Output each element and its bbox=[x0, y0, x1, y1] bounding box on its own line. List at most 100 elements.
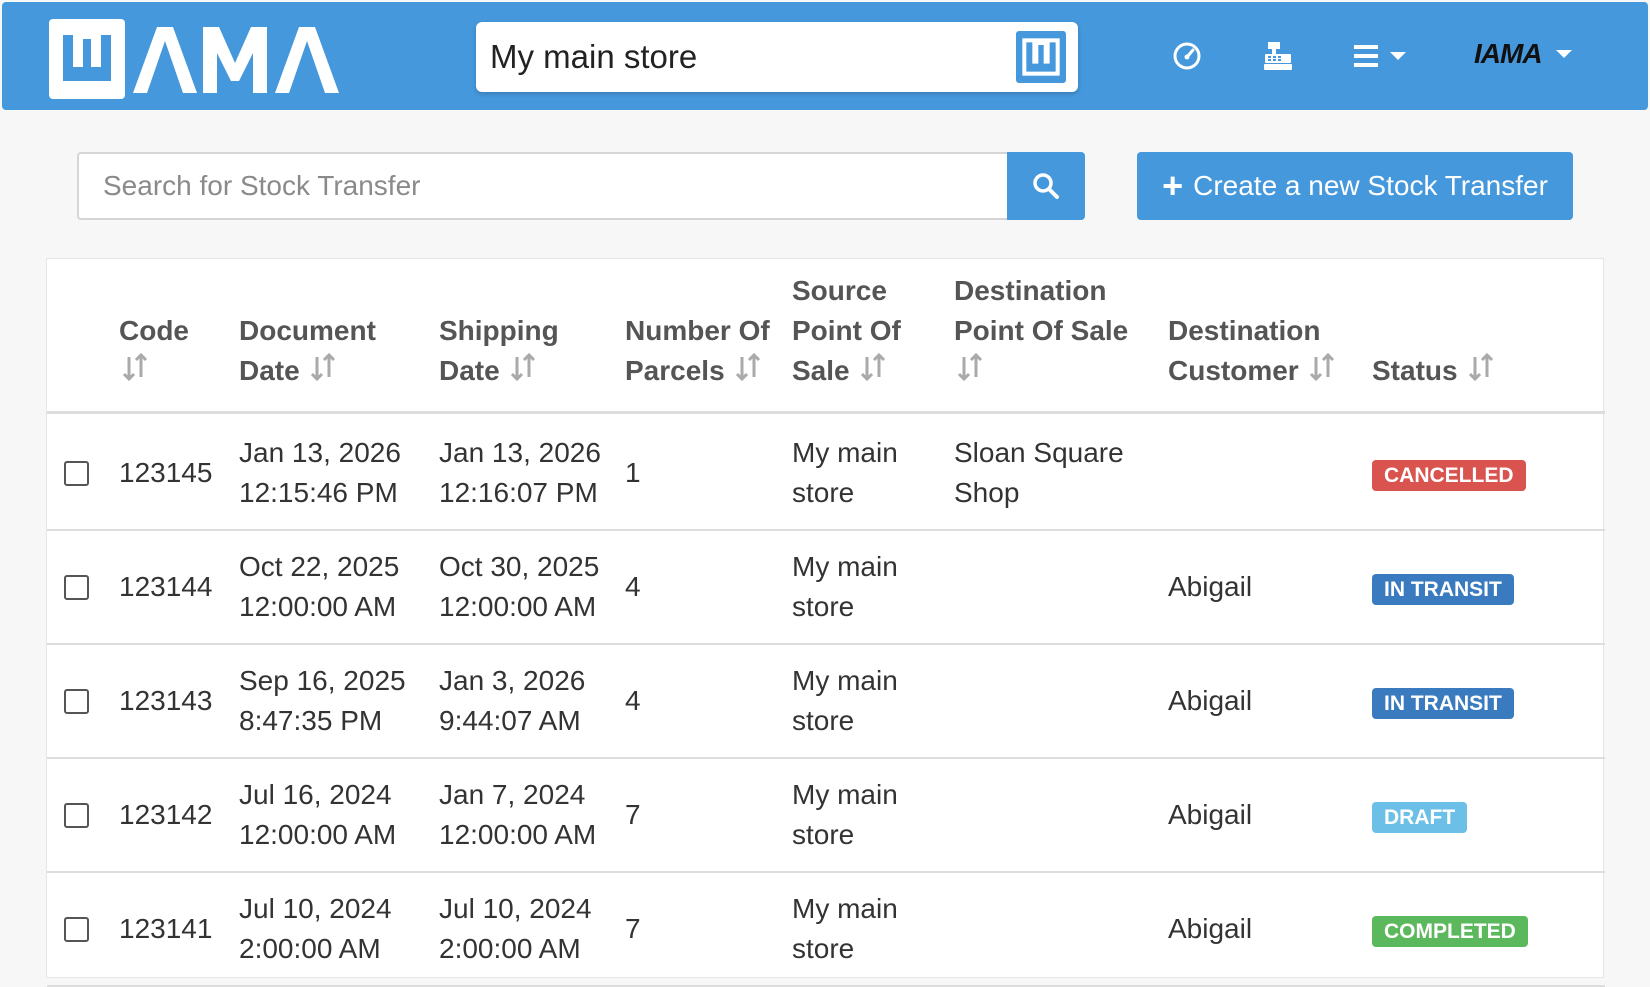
column-header-label: Customer bbox=[1168, 354, 1299, 386]
shipping-date-cell: Jan 13, 2026 12:16:07 PM bbox=[439, 437, 601, 508]
table-row[interactable]: 123141 Jul 10, 2024 2:00:00 AM Jul 10, 202… bbox=[47, 873, 1605, 987]
column-header-label: Status bbox=[1372, 354, 1458, 386]
table-row[interactable]: 123143 Sep 16, 2025 8:47:35 PM Jan 3, 2026… bbox=[47, 645, 1605, 759]
cash-register-icon[interactable] bbox=[1262, 34, 1294, 78]
store-name: My main store bbox=[490, 38, 698, 75]
row-checkbox[interactable] bbox=[64, 689, 89, 714]
column-header-label: Code bbox=[119, 314, 189, 346]
status-badge: DRAFT bbox=[1372, 801, 1468, 833]
column-header-code[interactable]: Code bbox=[119, 311, 189, 393]
status-cell: IN TRANSIT bbox=[1372, 647, 1514, 759]
source-pos-cell: My main store bbox=[792, 551, 898, 622]
status-cell: IN TRANSIT bbox=[1372, 533, 1514, 645]
dashboard-icon[interactable] bbox=[1172, 34, 1202, 78]
destination-customer-cell: Abigail bbox=[1168, 799, 1253, 830]
table-row[interactable]: 123142 Jul 16, 2024 12:00:00 AM Jan 7, 202… bbox=[47, 759, 1605, 873]
status-badge: CANCELLED bbox=[1372, 459, 1526, 491]
wama-logo[interactable] bbox=[49, 19, 353, 99]
status-badge: COMPLETED bbox=[1372, 915, 1528, 947]
parcels-cell: 7 bbox=[625, 913, 641, 944]
top-navbar: My main store IAMA bbox=[2, 2, 1648, 110]
column-header-destination-pos[interactable]: Destination Point Of Sale bbox=[954, 271, 1128, 393]
sort-icon[interactable] bbox=[956, 352, 984, 393]
row-checkbox[interactable] bbox=[64, 575, 89, 600]
column-header-label: Shipping bbox=[439, 314, 559, 346]
column-header-label: Destination bbox=[1168, 314, 1321, 346]
source-pos-cell: My main store bbox=[792, 437, 898, 508]
menu-icon bbox=[1354, 45, 1378, 67]
parcels-cell: 4 bbox=[625, 685, 641, 716]
logo-w-box bbox=[49, 19, 125, 99]
store-selector[interactable]: My main store bbox=[476, 22, 1078, 92]
shipping-date-cell: Jul 10, 2024 2:00:00 AM bbox=[439, 893, 592, 964]
chevron-down-icon bbox=[1390, 52, 1406, 60]
document-date-cell: Jan 13, 2026 12:15:46 PM bbox=[239, 437, 401, 508]
code-cell: 123141 bbox=[119, 913, 213, 944]
status-cell: CANCELLED bbox=[1372, 419, 1526, 531]
sort-icon[interactable] bbox=[859, 352, 887, 393]
user-menu[interactable]: IAMA bbox=[1474, 32, 1572, 76]
column-header-label: Date bbox=[439, 354, 500, 386]
table-row[interactable]: 123145 Jan 13, 2026 12:15:46 PM Jan 13, 20… bbox=[47, 417, 1605, 531]
source-pos-cell: My main store bbox=[792, 665, 898, 736]
code-cell: 123145 bbox=[119, 457, 213, 488]
sort-icon[interactable] bbox=[734, 352, 762, 393]
column-header-label: Point Of bbox=[792, 314, 901, 346]
menu-dropdown[interactable] bbox=[1352, 34, 1406, 78]
document-date-cell: Oct 22, 2025 12:00:00 AM bbox=[239, 551, 400, 622]
column-header-label: Parcels bbox=[625, 354, 725, 386]
column-header-label: Sale bbox=[792, 354, 850, 386]
parcels-cell: 7 bbox=[625, 799, 641, 830]
sort-icon[interactable] bbox=[309, 352, 337, 393]
document-date-cell: Jul 10, 2024 2:00:00 AM bbox=[239, 893, 392, 964]
code-cell: 123144 bbox=[119, 571, 213, 602]
sort-icon[interactable] bbox=[121, 352, 149, 393]
code-cell: 123143 bbox=[119, 685, 213, 716]
status-badge: IN TRANSIT bbox=[1372, 573, 1514, 605]
row-checkbox[interactable] bbox=[64, 461, 89, 486]
table-header: Code Document Date Shipping Date Number Of P… bbox=[47, 259, 1605, 414]
source-pos-cell: My main store bbox=[792, 779, 898, 850]
table-row[interactable]: 123144 Oct 22, 2025 12:00:00 AM Oct 30, 20… bbox=[47, 531, 1605, 645]
column-header-label: Point Of Sale bbox=[954, 314, 1129, 346]
parcels-cell: 1 bbox=[625, 457, 641, 488]
chevron-down-icon bbox=[1556, 50, 1572, 58]
column-header-status[interactable]: Status bbox=[1372, 351, 1495, 393]
create-button-label: Create a new Stock Transfer bbox=[1193, 170, 1548, 201]
search-input[interactable] bbox=[77, 152, 1007, 220]
row-checkbox[interactable] bbox=[64, 917, 89, 942]
status-cell: DRAFT bbox=[1372, 761, 1468, 873]
code-cell: 123142 bbox=[119, 799, 213, 830]
shipping-date-cell: Jan 7, 2024 12:00:00 AM bbox=[439, 779, 597, 850]
search-bar bbox=[77, 152, 1085, 220]
plus-icon: + bbox=[1162, 165, 1184, 206]
column-header-shipping-date[interactable]: Shipping Date bbox=[439, 311, 559, 393]
search-button[interactable] bbox=[1007, 152, 1085, 220]
logo-w-icon bbox=[63, 35, 111, 81]
column-header-document-date[interactable]: Document Date bbox=[239, 311, 376, 393]
search-icon bbox=[1033, 173, 1059, 199]
create-stock-transfer-button[interactable]: + Create a new Stock Transfer bbox=[1137, 152, 1573, 220]
logo-ama-text bbox=[129, 19, 353, 99]
shipping-date-cell: Oct 30, 2025 12:00:00 AM bbox=[439, 551, 600, 622]
column-header-label: Document bbox=[239, 314, 376, 346]
shipping-date-cell: Jan 3, 2026 9:44:07 AM bbox=[439, 665, 586, 736]
column-header-label: Number Of bbox=[625, 314, 770, 346]
column-header-source-pos[interactable]: Source Point Of Sale bbox=[792, 271, 901, 393]
column-header-destination-customer[interactable]: Destination Customer bbox=[1168, 311, 1336, 393]
stock-transfer-table: Code Document Date Shipping Date Number Of P… bbox=[46, 258, 1605, 987]
document-date-cell: Jul 16, 2024 12:00:00 AM bbox=[239, 779, 397, 850]
column-header-label: Destination bbox=[954, 274, 1107, 306]
row-checkbox[interactable] bbox=[64, 803, 89, 828]
store-w-icon bbox=[1016, 31, 1066, 83]
document-date-cell: Sep 16, 2025 8:47:35 PM bbox=[239, 665, 406, 736]
source-pos-cell: My main store bbox=[792, 893, 898, 964]
status-cell: COMPLETED bbox=[1372, 875, 1528, 987]
destination-customer-cell: Abigail bbox=[1168, 685, 1253, 716]
sort-icon[interactable] bbox=[509, 352, 537, 393]
sort-icon[interactable] bbox=[1467, 352, 1495, 393]
destination-customer-cell: Abigail bbox=[1168, 571, 1253, 602]
sort-icon[interactable] bbox=[1308, 352, 1336, 393]
user-name: IAMA bbox=[1474, 38, 1546, 70]
column-header-number-of-parcels[interactable]: Number Of Parcels bbox=[625, 311, 770, 393]
